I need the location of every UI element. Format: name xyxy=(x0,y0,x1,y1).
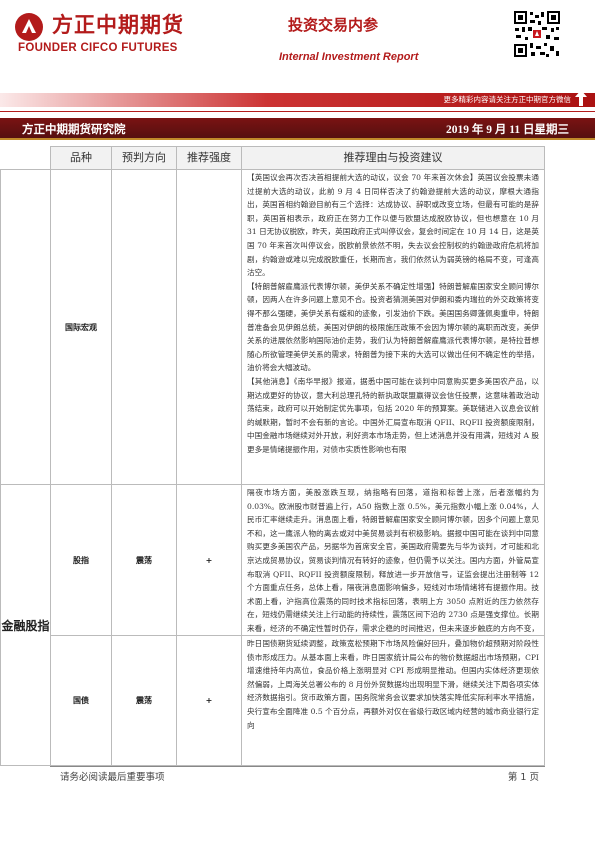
founder-logo-icon xyxy=(15,13,43,41)
row-reason-macro: 【英国议会再次否决首相提前大选的动议，议会 70 年来首次休会】英国议会投票未通… xyxy=(241,169,545,485)
row-label-macro: 国际宏观 xyxy=(50,169,112,485)
sector-cell-financial-index: 金融股指 xyxy=(0,484,51,766)
disclaimer-notice: 请务必阅读最后重要事项 xyxy=(60,772,165,783)
row-label-stock-index: 股指 xyxy=(50,484,112,636)
macro-paragraph-other-news: 【其他消息】《南华早报》报道，据悉中国可能在谈判中同意购买更多美国农产品，以期达… xyxy=(247,376,539,454)
arrow-up-icon xyxy=(575,90,587,106)
row-label-treasury: 国债 xyxy=(50,635,112,766)
follow-wechat-banner: 更多精彩内容请关注方正中期官方微信 xyxy=(0,90,595,107)
department-name: 方正中期期货研究院 xyxy=(22,122,126,136)
row-direction-macro xyxy=(111,169,177,485)
follow-wechat-text: 更多精彩内容请关注方正中期官方微信 xyxy=(443,95,572,104)
report-title: 投资交易内参 xyxy=(288,16,379,34)
page-footer: 请务必阅读最后重要事项 第 1 页 xyxy=(50,766,545,785)
report-header: 方正中期期货 FOUNDER CIFCO FUTURES 投资交易内参 Inte… xyxy=(0,0,595,140)
column-header-strength: 推荐强度 xyxy=(176,146,242,170)
row-direction-stock-index: 震荡 xyxy=(111,484,177,636)
macro-paragraph-brexit: 【英国议会再次否决首相提前大选的动议，议会 70 年来首次休会】英国议会投票未通… xyxy=(247,173,539,278)
header-divider xyxy=(0,111,595,112)
report-date: 2019 年 9 月 11 日星期三 xyxy=(446,124,569,136)
treasury-paragraph: 昨日国债期货延续调整，政策宽松预期下市场风险偏好回升，叠加物价超预期对阶段性债市… xyxy=(247,639,539,730)
row-strength-stock-index: + xyxy=(176,484,242,636)
report-subtitle: Internal Investment Report xyxy=(279,51,419,63)
macro-paragraph-us-iran: 【特朗普解雇鹰派代表博尔顿，美伊关系不确定性增强】特朗普解雇国家安全顾问博尔顿，… xyxy=(247,281,539,373)
row-strength-macro xyxy=(176,169,242,485)
stock-index-paragraph: 隔夜市场方面，美股涨跌互现，纳指略有回落，道指和标普上涨，后者涨幅约为 0.03… xyxy=(247,488,539,633)
company-name-cn: 方正中期期货 xyxy=(52,13,184,37)
wechat-qr-code-icon xyxy=(513,10,561,58)
column-header-variety: 品种 xyxy=(50,146,112,170)
row-strength-treasury: + xyxy=(176,635,242,766)
row-direction-treasury: 震荡 xyxy=(111,635,177,766)
column-header-reason: 推荐理由与投资建议 xyxy=(241,146,545,170)
department-bar: 方正中期期货研究院 2019 年 9 月 11 日星期三 xyxy=(0,118,595,140)
company-name-en: FOUNDER CIFCO FUTURES xyxy=(18,42,178,54)
page-number: 第 1 页 xyxy=(507,772,539,783)
sector-cell-empty xyxy=(0,169,51,485)
row-reason-treasury: 昨日国债期货延续调整，政策宽松预期下市场风险偏好回升，叠加物价超预期对阶段性债市… xyxy=(241,635,545,766)
row-reason-stock-index: 隔夜市场方面，美股涨跌互现，纳指略有回落，道指和标普上涨，后者涨幅约为 0.03… xyxy=(241,484,545,636)
column-header-direction: 预判方向 xyxy=(111,146,177,170)
